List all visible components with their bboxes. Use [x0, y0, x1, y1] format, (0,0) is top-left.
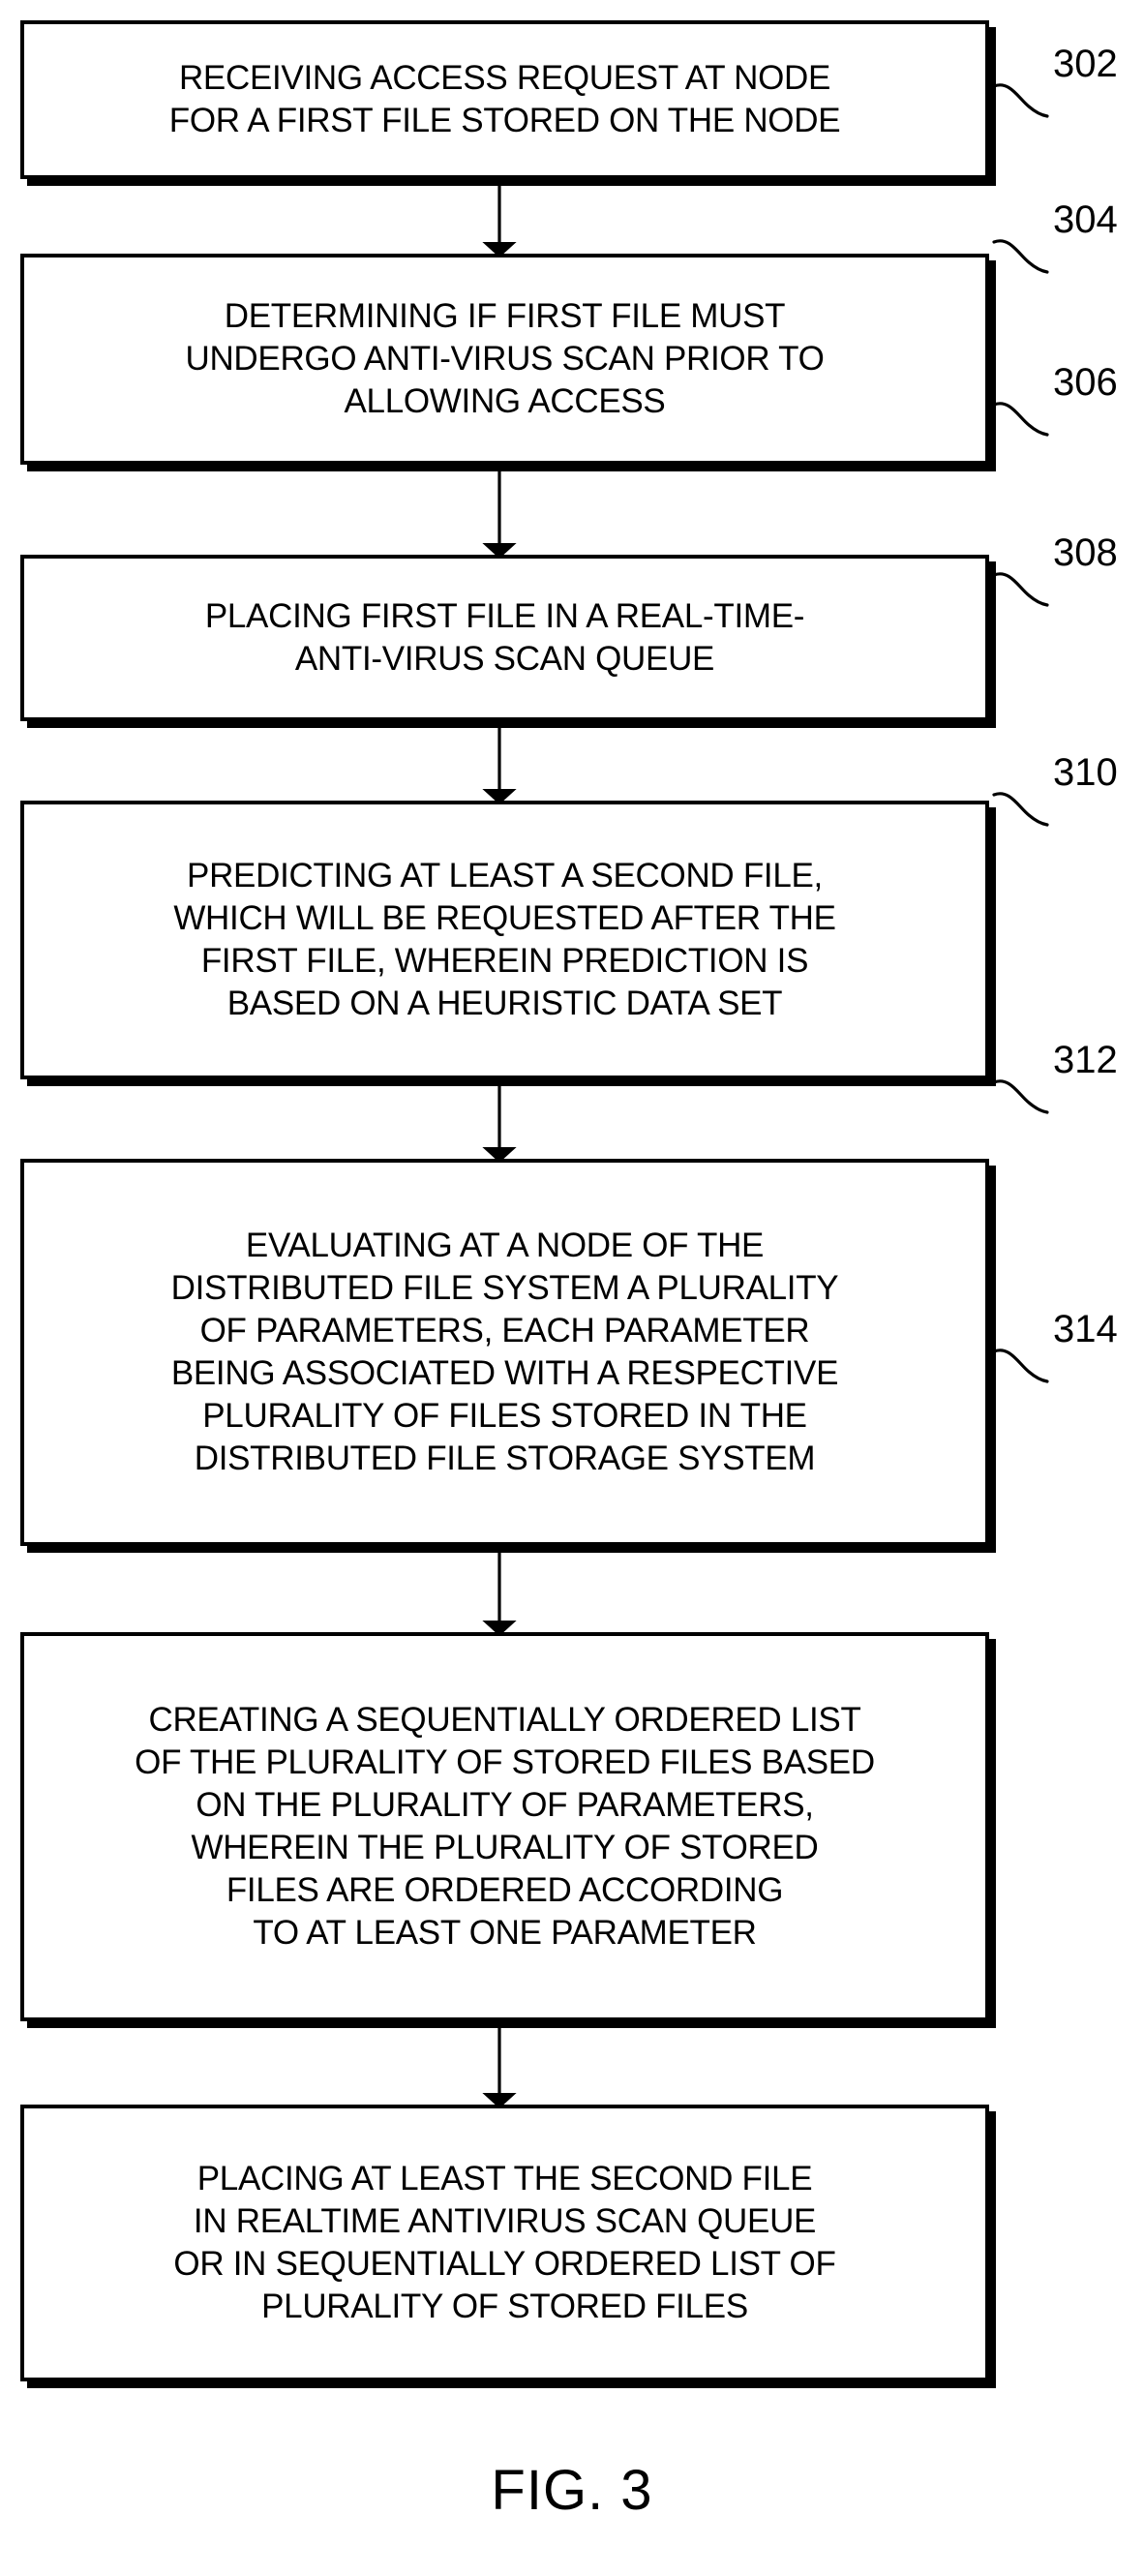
flow-step-text-306: PLACING FIRST FILE IN A REAL-TIME- ANTI-…: [204, 597, 805, 678]
reference-numeral-314: 314: [1053, 1308, 1118, 1350]
flow-step-text-310: EVALUATING AT A NODE OF THE DISTRIBUTED …: [170, 1227, 839, 1477]
leader-line-312: [992, 1079, 1049, 1114]
flow-step-box-310: EVALUATING AT A NODE OF THE DISTRIBUTED …: [20, 1159, 989, 1546]
flow-step-text-314: PLACING AT LEAST THE SECOND FILE IN REAL…: [173, 2160, 836, 2325]
flow-step-box-308: PREDICTING AT LEAST A SECOND FILE, WHICH…: [20, 801, 989, 1079]
leader-line-314: [992, 1349, 1049, 1383]
figure-caption: FIG. 3: [491, 2459, 653, 2522]
reference-numeral-302: 302: [1053, 43, 1118, 85]
flow-step-text-308: PREDICTING AT LEAST A SECOND FILE, WHICH…: [173, 857, 836, 1022]
flow-step-box-314: PLACING AT LEAST THE SECOND FILE IN REAL…: [20, 2105, 989, 2381]
leader-line-304: [992, 239, 1049, 274]
reference-numeral-312: 312: [1053, 1039, 1118, 1081]
flow-step-box-304: DETERMINING IF FIRST FILE MUST UNDERGO A…: [20, 254, 989, 465]
flow-step-text-312: CREATING A SEQUENTIALLY ORDERED LIST OF …: [135, 1701, 875, 1952]
reference-numeral-308: 308: [1053, 531, 1118, 574]
flow-step-box-306: PLACING FIRST FILE IN A REAL-TIME- ANTI-…: [20, 555, 989, 721]
reference-numeral-304: 304: [1053, 198, 1118, 241]
leader-line-306: [992, 402, 1049, 437]
leader-line-302: [992, 83, 1049, 118]
leader-line-310: [992, 792, 1049, 827]
flow-step-box-302: RECEIVING ACCESS REQUEST AT NODE FOR A F…: [20, 20, 989, 179]
reference-numeral-310: 310: [1053, 751, 1118, 794]
flow-step-box-312: CREATING A SEQUENTIALLY ORDERED LIST OF …: [20, 1632, 989, 2021]
patent-figure-canvas: RECEIVING ACCESS REQUEST AT NODE FOR A F…: [0, 0, 1144, 2576]
flow-step-text-302: RECEIVING ACCESS REQUEST AT NODE FOR A F…: [168, 59, 841, 139]
leader-line-308: [992, 572, 1049, 607]
reference-numeral-306: 306: [1053, 361, 1118, 404]
flow-step-text-304: DETERMINING IF FIRST FILE MUST UNDERGO A…: [185, 297, 825, 420]
